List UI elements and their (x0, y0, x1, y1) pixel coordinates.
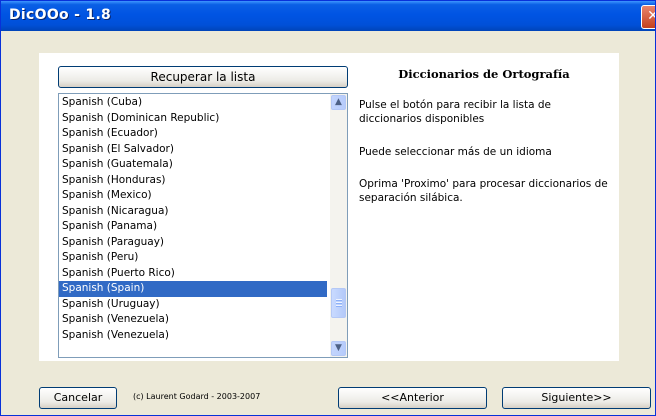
list-item[interactable]: Spanish (Nicaragua) (59, 204, 327, 220)
list-item[interactable]: Spanish (Cuba) (59, 95, 327, 111)
info-paragraph-1: Pulse el botón para recibir la lista de … (359, 99, 551, 125)
list-item[interactable]: Spanish (El Salvador) (59, 142, 327, 158)
title-bar[interactable]: DicOOo - 1.8 ✕ (1, 1, 655, 31)
list-item[interactable]: Spanish (Dominican Republic) (59, 111, 327, 127)
chevron-up-icon[interactable]: ▲ (331, 95, 346, 110)
list-item[interactable]: Spanish (Paraguay) (59, 235, 327, 251)
dicooo-window: DicOOo - 1.8 ✕ Recuperar la lista Spanis… (0, 0, 656, 416)
chevron-down-icon[interactable]: ▼ (331, 341, 346, 356)
list-item[interactable]: Spanish (Spain) (59, 281, 327, 297)
previous-button[interactable]: <<Anterior (338, 387, 487, 409)
scrollbar-thumb[interactable] (331, 288, 346, 318)
grip-line (336, 305, 342, 307)
cancel-button[interactable]: Cancelar (39, 387, 117, 409)
scrollbar[interactable]: ▲ ▼ (330, 94, 347, 357)
language-listbox[interactable]: Spanish (Cuba) Spanish (Dominican Republi… (58, 93, 348, 358)
list-item[interactable]: Spanish (Puerto Rico) (59, 266, 327, 282)
list-item[interactable]: Spanish (Panama) (59, 219, 327, 235)
list-item[interactable]: Spanish (Guatemala) (59, 157, 327, 173)
copyright-text: (c) Laurent Godard - 2003-2007 (133, 392, 261, 401)
info-paragraph-3: Oprima 'Proximo' para procesar diccionar… (359, 178, 608, 204)
list-item[interactable]: Spanish (Peru) (59, 250, 327, 266)
close-icon[interactable]: ✕ (641, 5, 655, 29)
window-title: DicOOo - 1.8 (9, 7, 112, 23)
grip-line (336, 302, 342, 304)
content-panel: Recuperar la lista Spanish (Cuba) Spanish… (39, 53, 619, 361)
list-item[interactable]: Spanish (Honduras) (59, 173, 327, 189)
list-item[interactable]: Spanish (Uruguay) (59, 297, 327, 313)
next-button[interactable]: Siguiente>> (502, 387, 651, 409)
language-list: Spanish (Cuba) Spanish (Dominican Republi… (59, 95, 327, 343)
list-item[interactable]: Spanish (Mexico) (59, 188, 327, 204)
info-paragraph-2: Puede seleccionar más de un idioma (359, 146, 552, 158)
list-item[interactable]: Spanish (Venezuela) (59, 312, 327, 328)
list-item[interactable]: Spanish (Venezuela) (59, 328, 327, 344)
info-title: Diccionarios de Ortografía (398, 67, 570, 81)
recover-list-button[interactable]: Recuperar la lista (58, 66, 348, 88)
grip-line (336, 299, 342, 301)
list-item[interactable]: Spanish (Ecuador) (59, 126, 327, 142)
